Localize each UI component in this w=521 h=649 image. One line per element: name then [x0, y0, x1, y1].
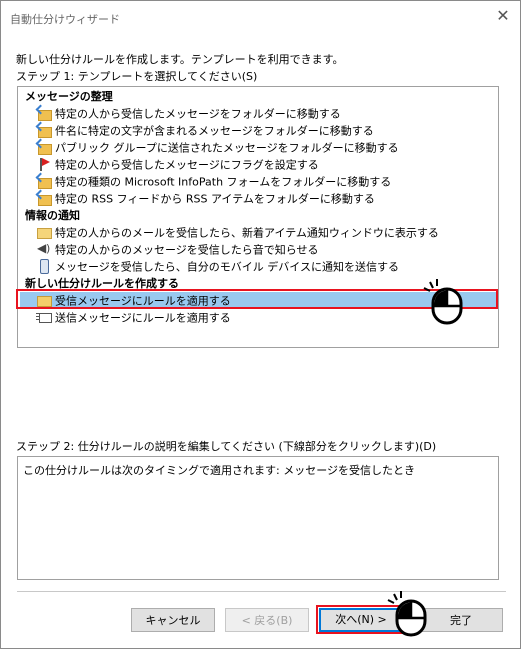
back-button[interactable]: < 戻る(B) [225, 608, 309, 632]
list-item[interactable]: パブリック グループに送信されたメッセージをフォルダーに移動する [36, 139, 497, 156]
flag-icon [36, 157, 52, 171]
list-item-label: 特定の人からのメッセージを受信したら音で知らせる [55, 243, 319, 257]
rules-wizard-dialog: 自動仕分けウィザード ✕ 新しい仕分けルールを作成します。テンプレートを利用でき… [0, 0, 521, 649]
list-item-label: 特定の人からのメールを受信したら、新着アイテム通知ウィンドウに表示する [55, 226, 439, 240]
folder-arrow-icon [36, 191, 52, 206]
template-list[interactable]: メッセージの整理 特定の人から受信したメッセージをフォルダーに移動する 件名に特… [17, 86, 499, 348]
list-item-label: 特定の種類の Microsoft InfoPath フォームをフォルダーに移動す… [55, 175, 392, 189]
rule-description-box[interactable]: この仕分けルールは次のタイミングで適用されます: メッセージを受信したとき [17, 456, 499, 580]
list-item[interactable]: 特定の人から受信したメッセージにフラグを設定する [36, 156, 497, 173]
list-item[interactable]: 特定の人からのメッセージを受信したら音で知らせる [36, 240, 497, 258]
divider [17, 591, 506, 592]
list-item-label: 特定の人から受信したメッセージにフラグを設定する [55, 158, 319, 172]
close-icon[interactable]: ✕ [494, 7, 512, 25]
list-item-label: 件名に特定の文字が含まれるメッセージをフォルダーに移動する [55, 124, 374, 138]
list-item[interactable]: 件名に特定の文字が含まれるメッセージをフォルダーに移動する [36, 122, 497, 139]
phone-icon [36, 259, 52, 274]
list-item[interactable]: 特定の人から受信したメッセージをフォルダーに移動する [36, 105, 497, 122]
list-item-label: パブリック グループに送信されたメッセージをフォルダーに移動する [55, 141, 399, 155]
group-header-organize: メッセージの整理 [25, 90, 113, 103]
finish-button[interactable]: 完了 [419, 608, 503, 632]
list-item-label: 受信メッセージにルールを適用する [55, 294, 231, 308]
mail-icon [36, 225, 52, 239]
rule-description-text: この仕分けルールは次のタイミングで適用されます: メッセージを受信したとき [23, 464, 415, 477]
group-header-blank: 新しい仕分けルールを作成する [25, 277, 179, 290]
list-item[interactable]: 送信メッセージにルールを適用する [36, 309, 497, 326]
step1-label: ステップ 1: テンプレートを選択してください(S) [16, 70, 258, 83]
step2-label: ステップ 2: 仕分けルールの説明を編集してください (下線部分をクリックします… [16, 440, 437, 453]
list-item-label: 送信メッセージにルールを適用する [55, 311, 231, 325]
list-item-label: 特定の RSS フィードから RSS アイテムをフォルダーに移動する [55, 192, 375, 206]
inbox-icon [36, 293, 52, 307]
list-item-selected[interactable]: 受信メッセージにルールを適用する [20, 292, 498, 309]
outbox-icon [36, 310, 52, 324]
folder-arrow-icon [36, 140, 52, 155]
folder-arrow-icon [36, 106, 52, 121]
cancel-button[interactable]: キャンセル [131, 608, 215, 632]
list-item[interactable]: メッセージを受信したら、自分のモバイル デバイスに通知を送信する [36, 258, 497, 275]
speaker-icon [36, 240, 52, 257]
folder-arrow-icon [36, 123, 52, 138]
intro-text: 新しい仕分けルールを作成します。テンプレートを利用できます。 [16, 53, 344, 66]
list-item-label: 特定の人から受信したメッセージをフォルダーに移動する [55, 107, 341, 121]
list-item-label: メッセージを受信したら、自分のモバイル デバイスに通知を送信する [55, 260, 399, 274]
title-bar: 自動仕分けウィザード ✕ [1, 1, 520, 31]
next-button[interactable]: 次へ(N) > [319, 608, 403, 632]
list-item[interactable]: 特定の種類の Microsoft InfoPath フォームをフォルダーに移動す… [36, 173, 497, 190]
list-item[interactable]: 特定の人からのメールを受信したら、新着アイテム通知ウィンドウに表示する [36, 224, 497, 241]
folder-arrow-icon [36, 174, 52, 189]
group-header-notify: 情報の通知 [25, 209, 80, 222]
window-title: 自動仕分けウィザード [10, 13, 120, 26]
list-item[interactable]: 特定の RSS フィードから RSS アイテムをフォルダーに移動する [36, 190, 497, 207]
